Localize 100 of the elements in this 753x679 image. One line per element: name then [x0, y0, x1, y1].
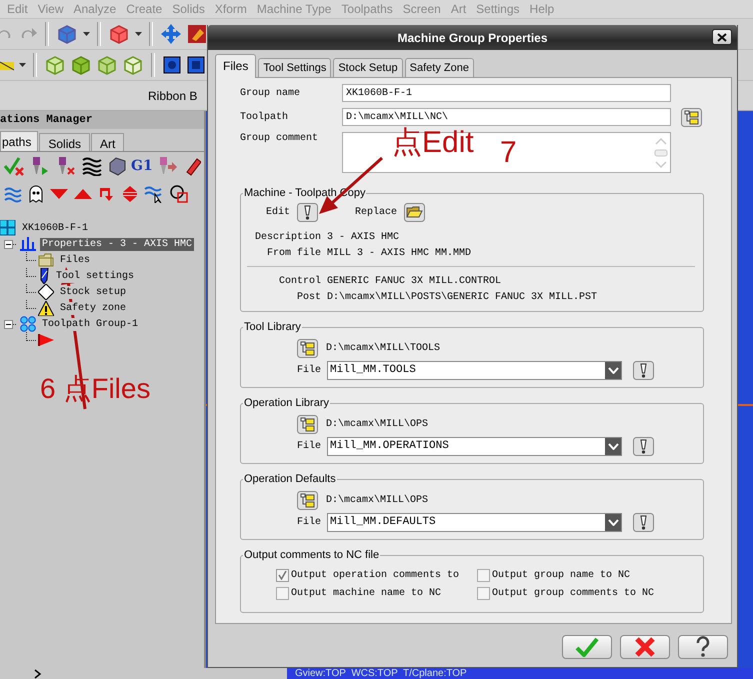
dialog-tab[interactable]: Stock Setup	[333, 58, 403, 77]
close-button[interactable]	[712, 29, 732, 45]
g1-button[interactable]: G1	[131, 158, 153, 174]
browse-button[interactable]	[297, 338, 318, 358]
info-value: GENERIC FANUC 3X MILL.CONTROL	[327, 276, 502, 286]
circles-icon	[20, 316, 36, 332]
info-value: D:\mcamx\MILL\POSTS\GENERIC FANUC 3X MILL.PST	[327, 292, 598, 302]
dialog-tab[interactable]: Safety Zone	[404, 58, 474, 77]
field-label: Group name	[240, 88, 302, 98]
panel-tab[interactable]: paths	[0, 131, 38, 151]
checkbox-label: Output group name to NC	[492, 570, 630, 581]
cube-view-icon[interactable]	[186, 55, 206, 75]
check-cross-icon[interactable]	[3, 156, 25, 176]
tree-item[interactable]: Stock setup	[58, 286, 128, 298]
grid-icon	[0, 220, 16, 236]
chevron-down-icon	[608, 442, 618, 450]
status-bar: Gview:TOP WCS:TOP T/Cplane:TOP	[287, 668, 753, 679]
cube-icon[interactable]	[108, 23, 130, 45]
checkbox-label: Output machine name to NC	[291, 588, 442, 599]
close-icon	[717, 32, 727, 42]
cube-icon[interactable]	[56, 23, 78, 45]
browse-button[interactable]	[681, 108, 702, 126]
annotation-text: 点Edit	[392, 128, 474, 158]
replace-label: Replace	[355, 206, 398, 218]
scroll-arrows-icon	[654, 136, 668, 170]
chevron-icon[interactable]	[34, 668, 42, 678]
cross-icon	[634, 637, 656, 657]
ribbon-bar-label: Ribbon B	[148, 88, 198, 102]
info-value: 3 - AXIS HMC	[327, 232, 400, 242]
help-button[interactable]	[678, 635, 728, 659]
checkbox[interactable]	[477, 587, 490, 600]
input-field[interactable]: XK1060B-F-1	[342, 84, 671, 102]
file-dropdown[interactable]: Mill_MM.TOOLS	[327, 360, 622, 380]
bar-chart-icon	[20, 237, 36, 251]
chevron-down-icon	[608, 518, 618, 526]
input-field[interactable]: D:\mcamx\MILL\NC\	[342, 108, 671, 126]
panel-tab[interactable]: Art	[91, 133, 124, 151]
ok-button[interactable]	[562, 635, 612, 659]
diamond-icon	[38, 284, 54, 300]
cube-icon[interactable]	[70, 54, 92, 76]
annotation-text: 7	[500, 138, 517, 168]
circle-square-icon[interactable]	[169, 185, 189, 203]
up-down-icon[interactable]	[121, 185, 139, 203]
field-label: Group comment	[240, 132, 320, 144]
checkbox[interactable]	[477, 569, 490, 582]
tree-item[interactable]: Safety zone	[58, 302, 128, 314]
folder-icon	[38, 253, 54, 267]
question-icon	[694, 636, 712, 658]
tree-item[interactable]: Tool settings	[54, 270, 136, 282]
field-label: File	[296, 516, 322, 528]
check-icon	[575, 637, 599, 657]
move-icon[interactable]	[160, 23, 182, 45]
ghost-icon[interactable]	[27, 185, 45, 203]
cancel-button[interactable]	[620, 635, 670, 659]
checkbox-label: Output group comments to NC	[492, 588, 654, 599]
dialog-tab[interactable]: Files	[215, 54, 256, 78]
group-title: Output comments to NC file	[243, 549, 380, 561]
panel-tab[interactable]: Solids	[39, 133, 90, 151]
group-title: Operation Defaults	[243, 473, 337, 485]
edit-button[interactable]	[633, 436, 654, 456]
replace-button[interactable]	[404, 202, 426, 222]
collapse-icon[interactable]	[4, 240, 13, 248]
pencil-square-icon[interactable]	[186, 23, 208, 45]
waves-icon[interactable]	[81, 156, 103, 176]
tick-icon	[278, 571, 287, 580]
path-text: D:\mcamx\MILL\OPS	[326, 418, 428, 430]
browse-button[interactable]	[297, 490, 318, 510]
checkbox-label: Output operation comments to	[291, 570, 460, 581]
group-title: Operation Library	[243, 397, 330, 409]
info-value: MILL 3 - AXIS HMC MM.MMD	[327, 248, 472, 258]
info-label: Post	[296, 292, 322, 302]
tool-icon	[38, 268, 50, 284]
checkbox[interactable]	[276, 569, 289, 582]
info-label: From file	[266, 248, 322, 258]
tree-item[interactable]: Toolpath Group-1	[40, 318, 140, 330]
file-dropdown[interactable]: Mill_MM.OPERATIONS	[327, 436, 622, 456]
path-text: D:\mcamx\MILL\OPS	[326, 494, 428, 506]
file-dropdown[interactable]: Mill_MM.DEFAULTS	[327, 512, 622, 532]
field-label: File	[296, 440, 322, 452]
cube-view-icon[interactable]	[162, 55, 182, 75]
panel-title: ations Manager	[0, 114, 92, 126]
path-text: D:\mcamx\MILL\TOOLS	[326, 342, 440, 354]
edit-button[interactable]	[633, 360, 654, 380]
window-title: Machine Group Properties	[397, 30, 548, 44]
edit-button[interactable]	[297, 202, 318, 222]
info-label: Control	[278, 276, 322, 286]
edit-button[interactable]	[633, 512, 654, 532]
group-title: Tool Library	[243, 321, 302, 333]
warning-icon	[38, 300, 54, 316]
collapse-icon[interactable]	[4, 320, 13, 328]
tree-item[interactable]: Properties - 3 - AXIS HMC	[40, 238, 194, 250]
checkbox[interactable]	[276, 587, 289, 600]
dialog-tab[interactable]: Tool Settings	[258, 58, 332, 77]
info-label: Description	[254, 232, 322, 242]
caret-icon	[135, 32, 142, 36]
caret-icon	[83, 32, 90, 36]
block-icon[interactable]	[107, 156, 127, 176]
field-label: Toolpath	[240, 112, 290, 122]
cube-icon[interactable]	[122, 54, 144, 76]
browse-button[interactable]	[297, 414, 318, 434]
